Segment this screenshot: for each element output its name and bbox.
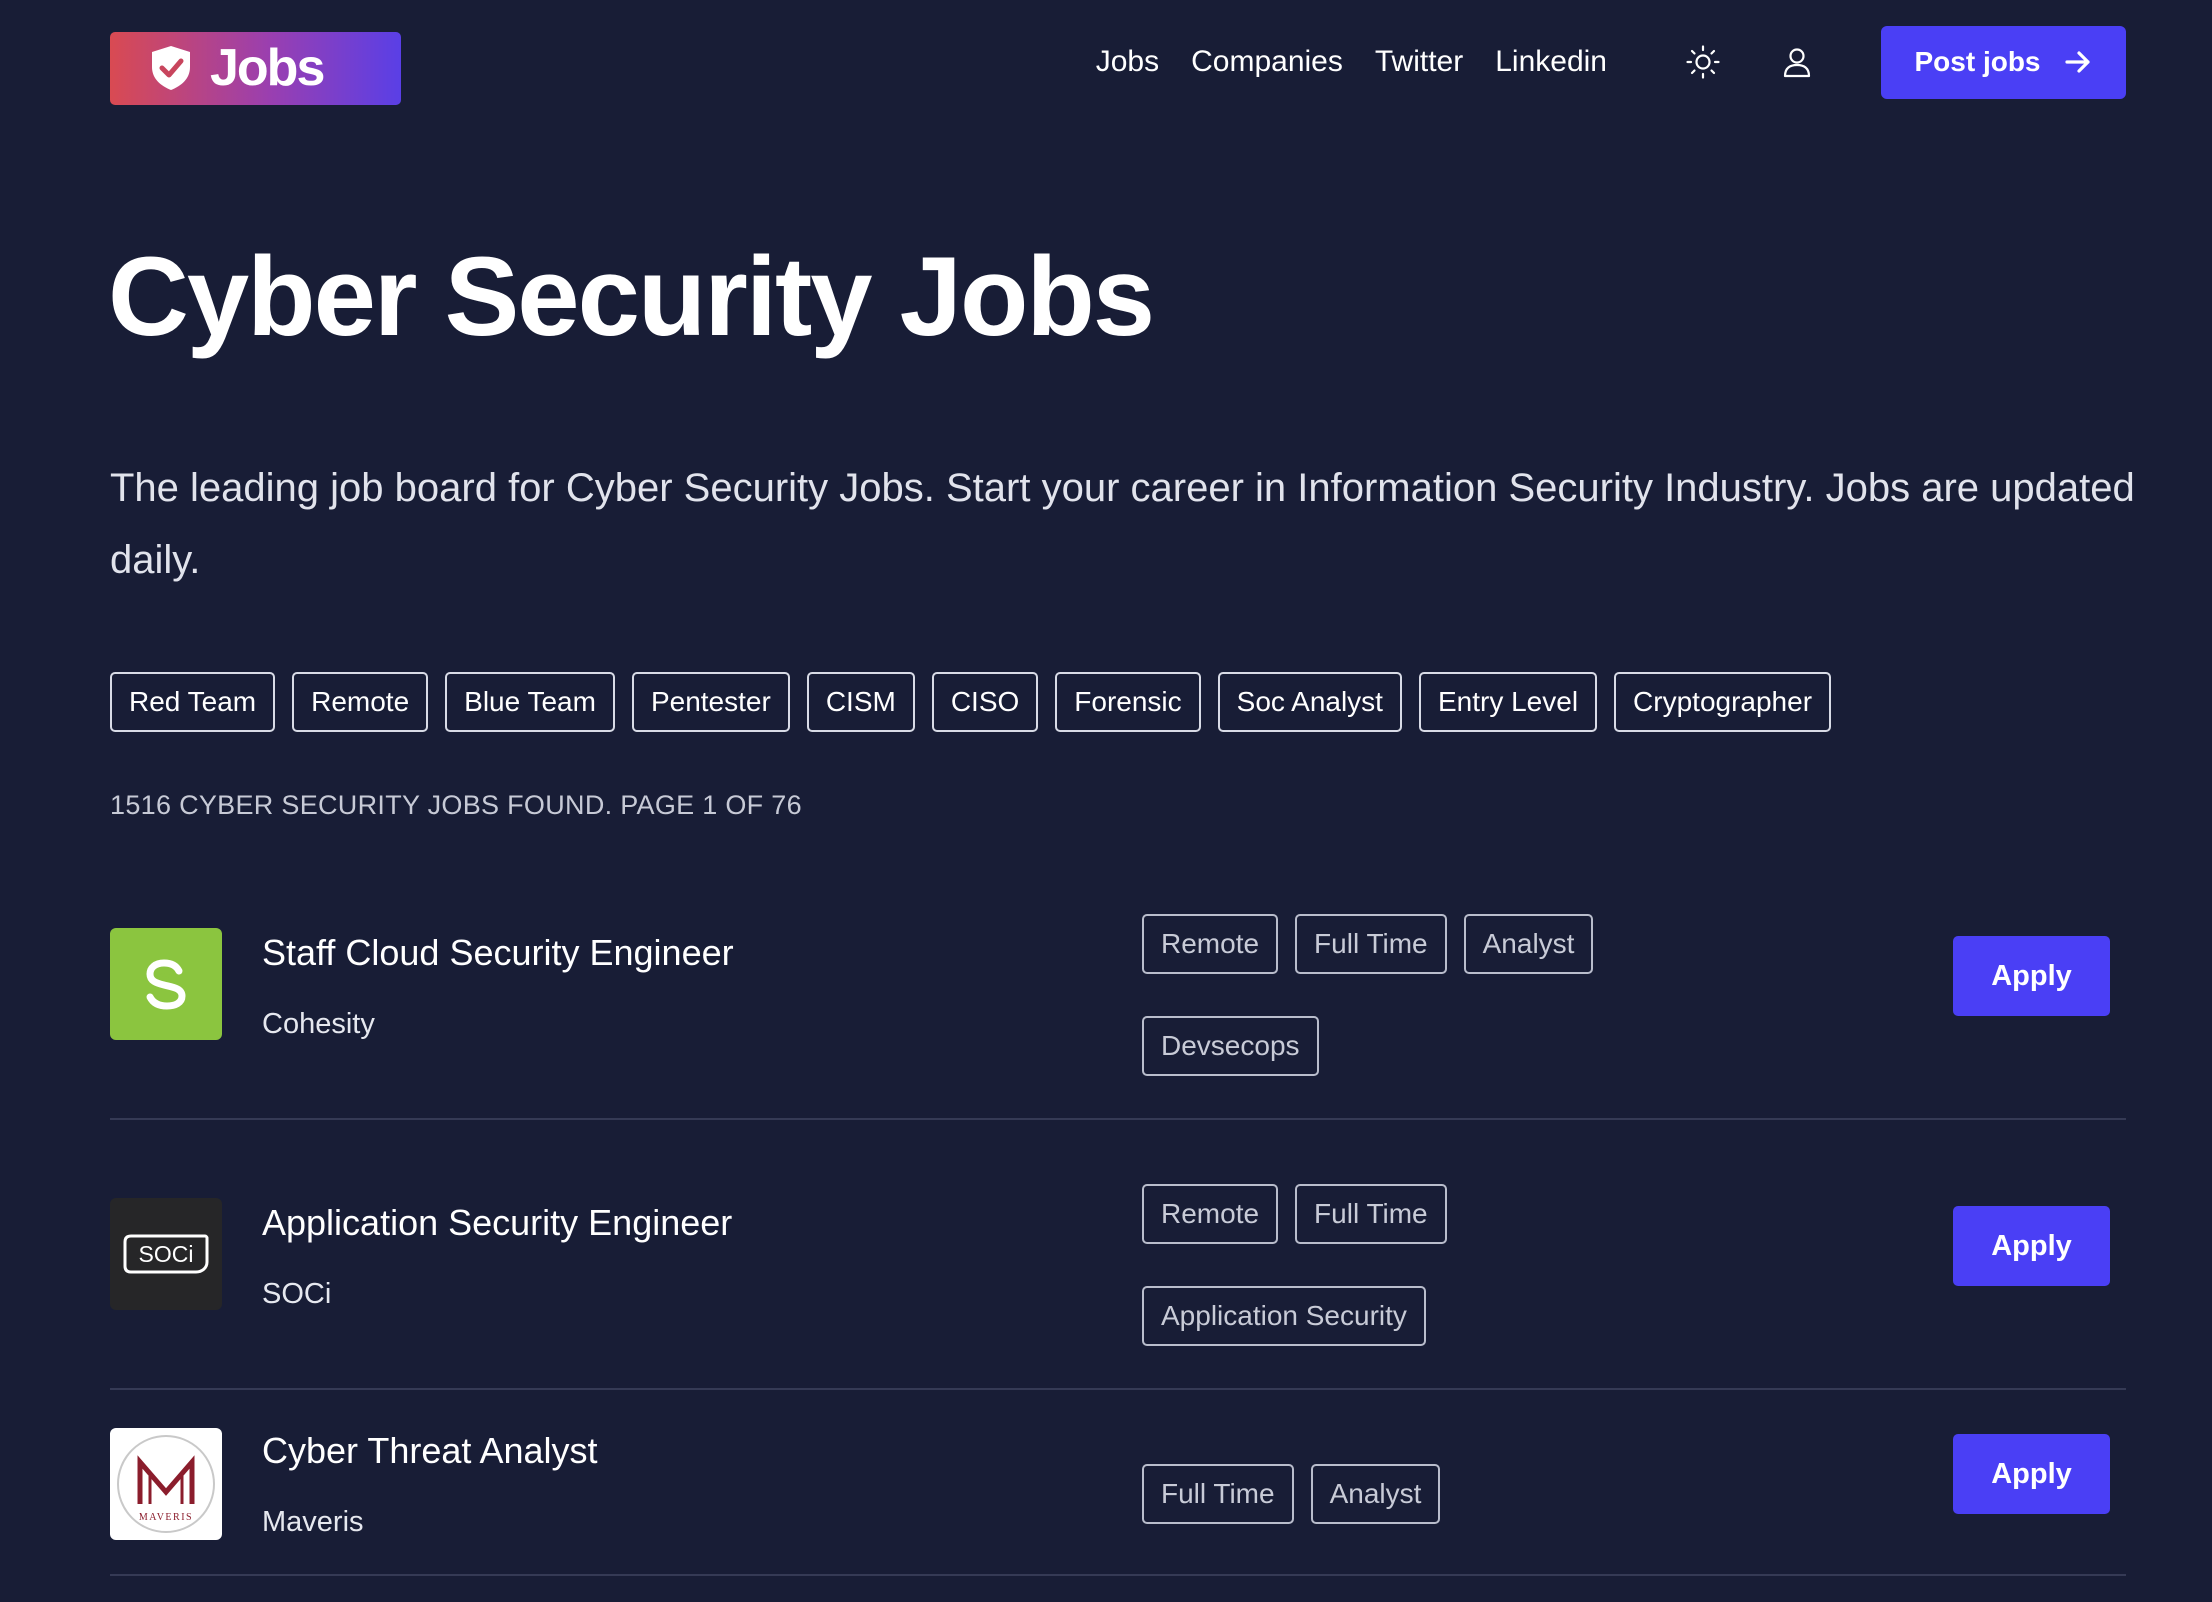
- filter-tag-soc-analyst[interactable]: Soc Analyst: [1217, 672, 1402, 732]
- site-logo[interactable]: Jobs: [110, 31, 401, 105]
- job-tags: Remote Full Time Application Security: [1142, 1184, 1842, 1346]
- filter-tag-forensic[interactable]: Forensic: [1055, 672, 1201, 732]
- maveris-logo-icon: MAVERIS: [117, 1435, 215, 1533]
- job-tag[interactable]: Full Time: [1295, 914, 1447, 974]
- page: Jobs Jobs Companies Twitter Linkedin Pos…: [0, 0, 2212, 1602]
- job-title[interactable]: Staff Cloud Security Engineer: [262, 932, 734, 974]
- nav-link-twitter[interactable]: Twitter: [1375, 45, 1463, 79]
- job-company: Maveris: [262, 1506, 364, 1538]
- filter-tag-cism[interactable]: CISM: [806, 672, 915, 732]
- nav-link-companies[interactable]: Companies: [1191, 45, 1343, 79]
- apply-button[interactable]: Apply: [1953, 936, 2110, 1016]
- job-row: Staff Cloud Security Engineer Cohesity R…: [110, 878, 2126, 1120]
- account-button[interactable]: [1779, 44, 1815, 80]
- logo-text: Jobs: [210, 39, 325, 97]
- job-tag[interactable]: Remote: [1142, 1184, 1279, 1244]
- page-title: Cyber Security Jobs: [108, 234, 1155, 359]
- soci-logo-icon: SOCi: [123, 1234, 209, 1274]
- filter-tag-entry-level[interactable]: Entry Level: [1418, 672, 1598, 732]
- filter-tag-pentester[interactable]: Pentester: [631, 672, 790, 732]
- job-tag[interactable]: Full Time: [1295, 1184, 1447, 1244]
- maveris-logo: MAVERIS: [110, 1428, 222, 1540]
- apply-button[interactable]: Apply: [1953, 1434, 2110, 1514]
- filter-tag-blue-team[interactable]: Blue Team: [445, 672, 615, 732]
- filter-tag-ciso[interactable]: CISO: [931, 672, 1039, 732]
- apply-button[interactable]: Apply: [1953, 1206, 2110, 1286]
- user-icon: [1783, 48, 1811, 78]
- filter-tag-cryptographer[interactable]: Cryptographer: [1614, 672, 1832, 732]
- post-jobs-label: Post jobs: [1914, 46, 2041, 77]
- shield-check-icon: [152, 46, 190, 90]
- post-jobs-button[interactable]: Post jobs: [1881, 25, 2126, 99]
- page-subtitle: The leading job board for Cyber Security…: [110, 466, 2135, 582]
- job-tag[interactable]: Devsecops: [1142, 1016, 1319, 1076]
- cohesity-logo: [110, 928, 222, 1040]
- job-tag[interactable]: Remote: [1142, 914, 1279, 974]
- job-tag[interactable]: Analyst: [1310, 1464, 1441, 1524]
- nav-link-jobs[interactable]: Jobs: [1096, 45, 1159, 79]
- job-tag[interactable]: Application Security: [1142, 1286, 1426, 1346]
- category-filters: Red Team Remote Blue Team Pentester CISM…: [110, 672, 1832, 732]
- job-row: SOCi Application Security Engineer SOCi …: [110, 1120, 2126, 1390]
- job-tag[interactable]: Full Time: [1142, 1464, 1294, 1524]
- nav-link-linkedin[interactable]: Linkedin: [1495, 45, 1607, 79]
- filter-tag-remote[interactable]: Remote: [292, 672, 429, 732]
- results-count: 1516 CYBER SECURITY JOBS FOUND. PAGE 1 O…: [110, 790, 802, 820]
- job-tags: Remote Full Time Analyst Devsecops: [1142, 914, 1842, 1076]
- header: Jobs Jobs Companies Twitter Linkedin Pos…: [110, 20, 2126, 105]
- job-title[interactable]: Application Security Engineer: [262, 1202, 732, 1244]
- soci-logo-text: SOCi: [139, 1241, 194, 1267]
- soci-logo: SOCi: [110, 1198, 222, 1310]
- filter-tag-red-team[interactable]: Red Team: [110, 672, 276, 732]
- job-company: SOCi: [262, 1278, 332, 1310]
- job-title[interactable]: Cyber Threat Analyst: [262, 1430, 598, 1472]
- main-nav: Jobs Companies Twitter Linkedin Post job…: [1096, 25, 2126, 99]
- job-tag[interactable]: Analyst: [1463, 914, 1594, 974]
- job-row: MAVERIS Cyber Threat Analyst Maveris Ful…: [110, 1390, 2126, 1576]
- sun-icon: [1686, 45, 1720, 79]
- arrow-right-icon: [2064, 51, 2090, 73]
- job-company: Cohesity: [262, 1008, 375, 1040]
- theme-toggle-button[interactable]: [1685, 44, 1721, 80]
- maveris-logo-text: MAVERIS: [139, 1512, 193, 1523]
- cohesity-s-icon: [146, 959, 186, 1010]
- job-tags: Full Time Analyst: [1142, 1464, 1842, 1524]
